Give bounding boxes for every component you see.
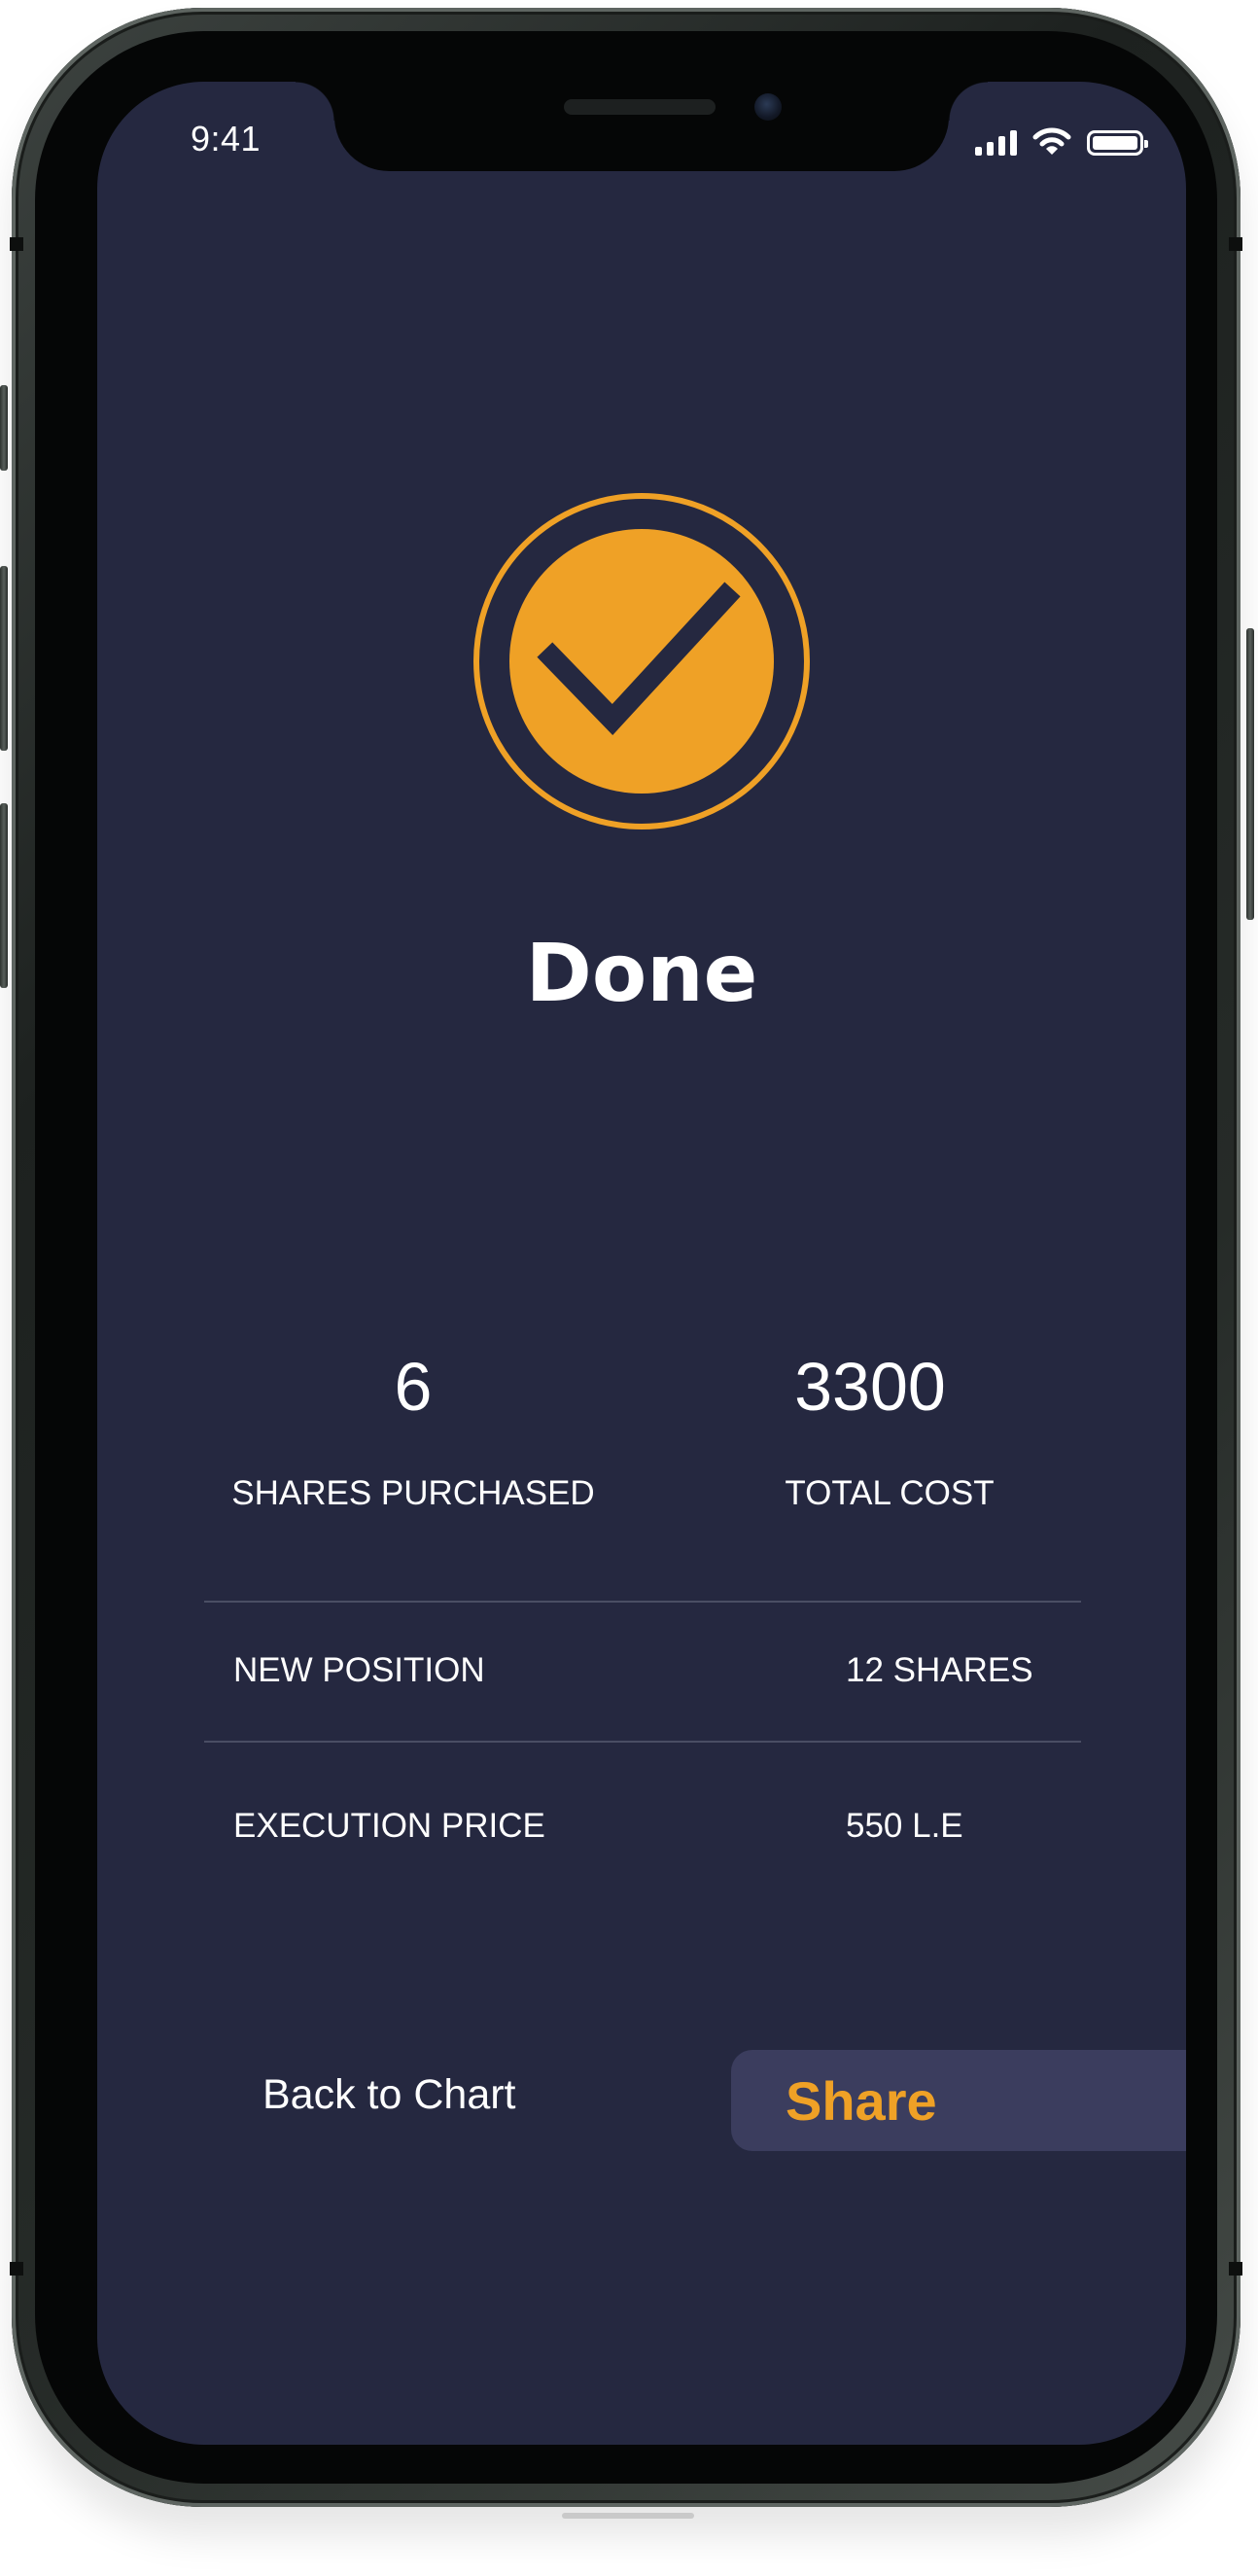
antenna-band	[10, 237, 23, 251]
check-circle-icon	[473, 493, 810, 829]
share-button[interactable]: Share	[731, 2050, 1186, 2151]
status-icons	[975, 126, 1148, 156]
volume-down-button	[0, 803, 8, 988]
earpiece-speaker	[564, 99, 716, 115]
confirmation-title: Done	[525, 928, 758, 1020]
shares-purchased-label: SHARES PURCHASED	[231, 1474, 595, 1512]
share-button-label: Share	[786, 2070, 937, 2132]
new-position-value: 12 SHARES	[846, 1651, 1033, 1689]
back-to-chart-button[interactable]: Back to Chart	[262, 2071, 516, 2119]
notch	[296, 82, 988, 171]
total-cost-label: TOTAL COST	[785, 1474, 995, 1512]
volume-up-button	[0, 566, 8, 751]
silent-switch	[0, 385, 8, 471]
wifi-icon	[1032, 127, 1071, 155]
total-cost-value: 3300	[794, 1349, 946, 1425]
execution-price-value: 550 L.E	[846, 1807, 963, 1845]
phone-frame: 9:41 Done 6 SHARES PURCHASED 3300 TOTAL …	[10, 8, 1242, 2507]
bottom-bar-indicator	[562, 2513, 694, 2519]
antenna-band	[1229, 237, 1242, 251]
front-camera	[754, 93, 782, 121]
shares-purchased-value: 6	[394, 1349, 433, 1425]
antenna-band	[10, 2262, 23, 2276]
antenna-band	[1229, 2262, 1242, 2276]
battery-icon	[1087, 130, 1148, 156]
app-screen: 9:41 Done 6 SHARES PURCHASED 3300 TOTAL …	[97, 82, 1186, 2445]
cellular-signal-icon	[975, 130, 1017, 156]
status-time: 9:41	[191, 119, 262, 159]
execution-price-label: EXECUTION PRICE	[233, 1807, 545, 1845]
divider	[204, 1601, 1081, 1603]
new-position-label: NEW POSITION	[233, 1651, 485, 1689]
divider	[204, 1741, 1081, 1743]
power-button	[1246, 628, 1254, 920]
